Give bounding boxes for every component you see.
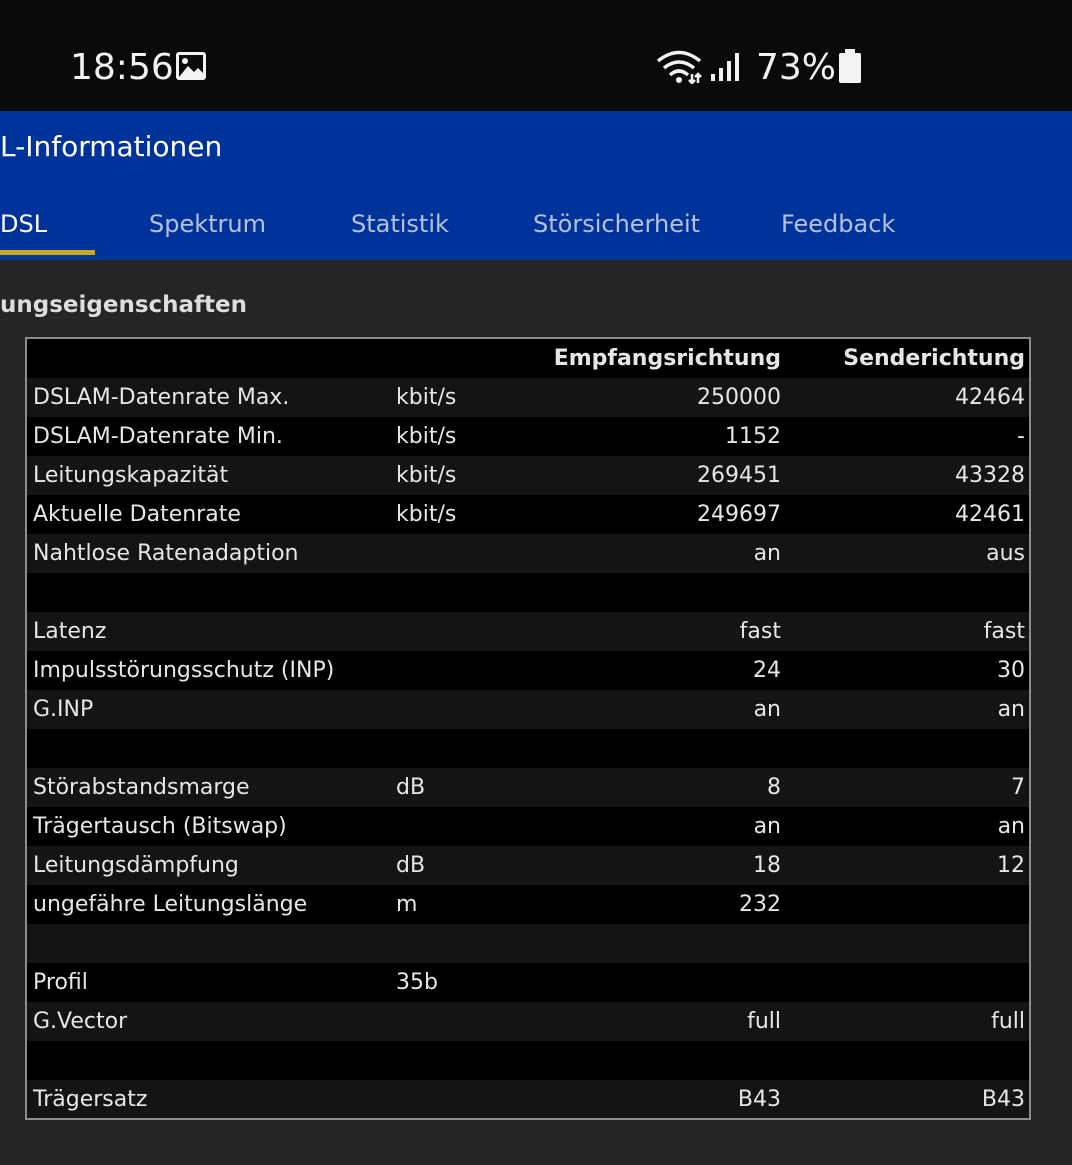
table-row: Latenz fast fast: [27, 612, 1029, 651]
table-row: G.INP an an: [27, 690, 1029, 729]
table-row: Störabstandsmarge dB 8 7: [27, 768, 1029, 807]
row-upstream-value: fast: [983, 619, 1025, 644]
table-row: [27, 573, 1029, 612]
row-upstream-value: full: [991, 1009, 1025, 1034]
row-label: Impulsstörungsschutz (INP): [33, 658, 335, 683]
tab-stoersicherheit[interactable]: Störsicherheit: [533, 208, 700, 240]
row-label: Aktuelle Datenrate: [33, 502, 241, 527]
row-upstream-value: an: [997, 814, 1025, 839]
table-row: Trägersatz B43 B43: [27, 1080, 1029, 1118]
row-upstream-value: aus: [986, 541, 1025, 566]
table-row: Aktuelle Datenrate kbit/s 249697 42461: [27, 495, 1029, 534]
row-upstream-value: 42461: [955, 502, 1025, 527]
row-downstream-value: an: [753, 814, 781, 839]
table-row: Profil 35b: [27, 963, 1029, 1002]
tab-feedback[interactable]: Feedback: [781, 208, 895, 240]
row-unit: kbit/s: [396, 385, 457, 410]
table-row: Nahtlose Ratenadaption an aus: [27, 534, 1029, 573]
section-title: ungseigenschaften: [0, 292, 248, 318]
row-downstream-value: 8: [767, 775, 781, 800]
table-row: DSLAM-Datenrate Min. kbit/s 1152 -: [27, 417, 1029, 456]
row-label: Latenz: [33, 619, 107, 644]
row-downstream-value: 249697: [697, 502, 781, 527]
row-downstream-value: an: [753, 697, 781, 722]
row-label: DSLAM-Datenrate Min.: [33, 424, 283, 449]
row-unit: dB: [396, 853, 426, 878]
row-upstream-value: 7: [1011, 775, 1025, 800]
row-downstream-value: 18: [753, 853, 781, 878]
row-label: G.INP: [33, 697, 94, 722]
row-downstream-value: full: [747, 1009, 781, 1034]
row-upstream-value: 12: [997, 853, 1025, 878]
row-unit: dB: [396, 775, 426, 800]
row-label: DSLAM-Datenrate Max.: [33, 385, 290, 410]
row-downstream-value: 250000: [697, 385, 781, 410]
table-row: DSLAM-Datenrate Max. kbit/s 250000 42464: [27, 378, 1029, 417]
row-label: G.Vector: [33, 1009, 128, 1034]
row-downstream-value: B43: [737, 1087, 781, 1112]
row-unit: kbit/s: [396, 463, 457, 488]
table-row: [27, 1041, 1029, 1080]
battery-icon: [838, 48, 862, 84]
row-label: Trägertausch (Bitswap): [33, 814, 287, 839]
row-label: Leitungskapazität: [33, 463, 229, 488]
row-upstream-value: B43: [981, 1087, 1025, 1112]
wifi-icon: [656, 50, 702, 85]
row-downstream-value: 269451: [697, 463, 781, 488]
row-downstream-value: 24: [753, 658, 781, 683]
row-label: Leitungsdämpfung: [33, 853, 239, 878]
row-unit: kbit/s: [396, 502, 457, 527]
status-time: 18:56: [70, 47, 174, 88]
table-row: Leitungsdämpfung dB 18 12: [27, 846, 1029, 885]
app-bar: L-Informationen DSL Spektrum Statistik S…: [0, 111, 1072, 260]
image-icon: [175, 51, 207, 81]
table-row: G.Vector full full: [27, 1002, 1029, 1041]
header-downstream: Empfangsrichtung: [553, 346, 781, 371]
row-label: ungefähre Leitungslänge: [33, 892, 308, 917]
table-row: Leitungskapazität kbit/s 269451 43328: [27, 456, 1029, 495]
row-label: Trägersatz: [33, 1087, 148, 1112]
header-upstream: Senderichtung: [843, 346, 1025, 371]
table-row: ungefähre Leitungslänge m 232: [27, 885, 1029, 924]
signal-icon: [710, 52, 742, 82]
status-bar: 18:56 73%: [0, 0, 1072, 111]
table-row: Impulsstörungsschutz (INP) 24 30: [27, 651, 1029, 690]
table-row: [27, 729, 1029, 768]
table-row: Trägertausch (Bitswap) an an: [27, 807, 1029, 846]
row-label: Nahtlose Ratenadaption: [33, 541, 299, 566]
active-tab-indicator: [0, 250, 95, 255]
row-upstream-value: 43328: [955, 463, 1025, 488]
tab-statistik[interactable]: Statistik: [351, 208, 449, 240]
table-row: [27, 924, 1029, 963]
row-unit: m: [396, 892, 418, 917]
table-header-row: Empfangsrichtung Senderichtung: [27, 339, 1029, 378]
row-label: Profil: [33, 970, 88, 995]
row-upstream-value: -: [1017, 424, 1025, 449]
battery-level: 73%: [756, 47, 837, 88]
row-upstream-value: 30: [997, 658, 1025, 683]
tab-dsl[interactable]: DSL: [0, 208, 47, 240]
row-unit: 35b: [396, 970, 438, 995]
line-properties-table: Empfangsrichtung Senderichtung DSLAM-Dat…: [25, 337, 1031, 1120]
row-upstream-value: an: [997, 697, 1025, 722]
page-title: L-Informationen: [0, 130, 223, 163]
row-downstream-value: 1152: [725, 424, 781, 449]
row-downstream-value: fast: [739, 619, 781, 644]
row-upstream-value: 42464: [955, 385, 1025, 410]
row-label: Störabstandsmarge: [33, 775, 250, 800]
row-downstream-value: an: [753, 541, 781, 566]
row-downstream-value: 232: [739, 892, 781, 917]
tab-spektrum[interactable]: Spektrum: [149, 208, 266, 240]
row-unit: kbit/s: [396, 424, 457, 449]
